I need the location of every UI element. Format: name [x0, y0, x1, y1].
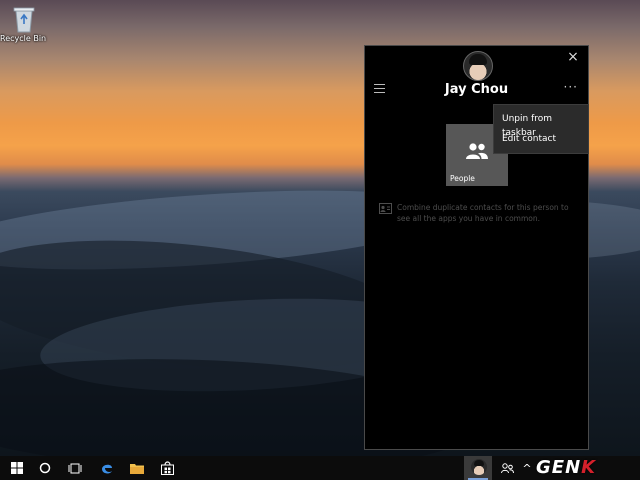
people-tray-button[interactable] — [494, 456, 520, 480]
context-menu: Unpin from taskbar Edit contact — [493, 104, 589, 154]
combine-contacts-hint[interactable]: Combine duplicate contacts for this pers… — [379, 202, 579, 224]
combine-contacts-text: Combine duplicate contacts for this pers… — [397, 203, 569, 223]
edge-button[interactable] — [92, 456, 122, 480]
avatar — [463, 51, 493, 81]
task-view-icon — [68, 463, 82, 473]
more-options-button[interactable]: ··· — [564, 80, 578, 94]
people-icon — [466, 143, 488, 159]
desktop-icon-label: Recycle Bin — [0, 34, 47, 43]
folder-icon — [130, 464, 144, 474]
file-explorer-button[interactable] — [122, 456, 152, 480]
close-button[interactable]: × — [566, 50, 580, 64]
genk-watermark: GENK — [536, 457, 597, 478]
close-icon: × — [567, 49, 579, 65]
windows-logo-icon — [11, 462, 23, 474]
contact-card-icon — [379, 203, 392, 214]
menu-item-edit-contact[interactable]: Edit contact — [494, 129, 588, 149]
start-button[interactable] — [2, 456, 32, 480]
avatar — [471, 459, 487, 475]
people-icon — [500, 462, 514, 473]
contact-name: Jay Chou — [444, 82, 509, 97]
store-icon — [160, 461, 174, 475]
recycle-bin-icon — [13, 7, 35, 33]
store-button[interactable] — [152, 456, 182, 480]
edge-icon — [102, 464, 112, 474]
tile-label: People — [450, 174, 475, 183]
cortana-search-button[interactable] — [30, 456, 60, 480]
task-view-button[interactable] — [60, 456, 90, 480]
desktop-icon-recycle-bin[interactable]: Recycle Bin — [0, 4, 46, 43]
cortana-circle-icon — [39, 462, 51, 474]
menu-item-unpin-from-taskbar[interactable]: Unpin from taskbar — [494, 109, 588, 138]
pinned-contact-jay-chou[interactable] — [464, 456, 492, 480]
show-hidden-icons-button[interactable]: ^ — [518, 456, 536, 480]
